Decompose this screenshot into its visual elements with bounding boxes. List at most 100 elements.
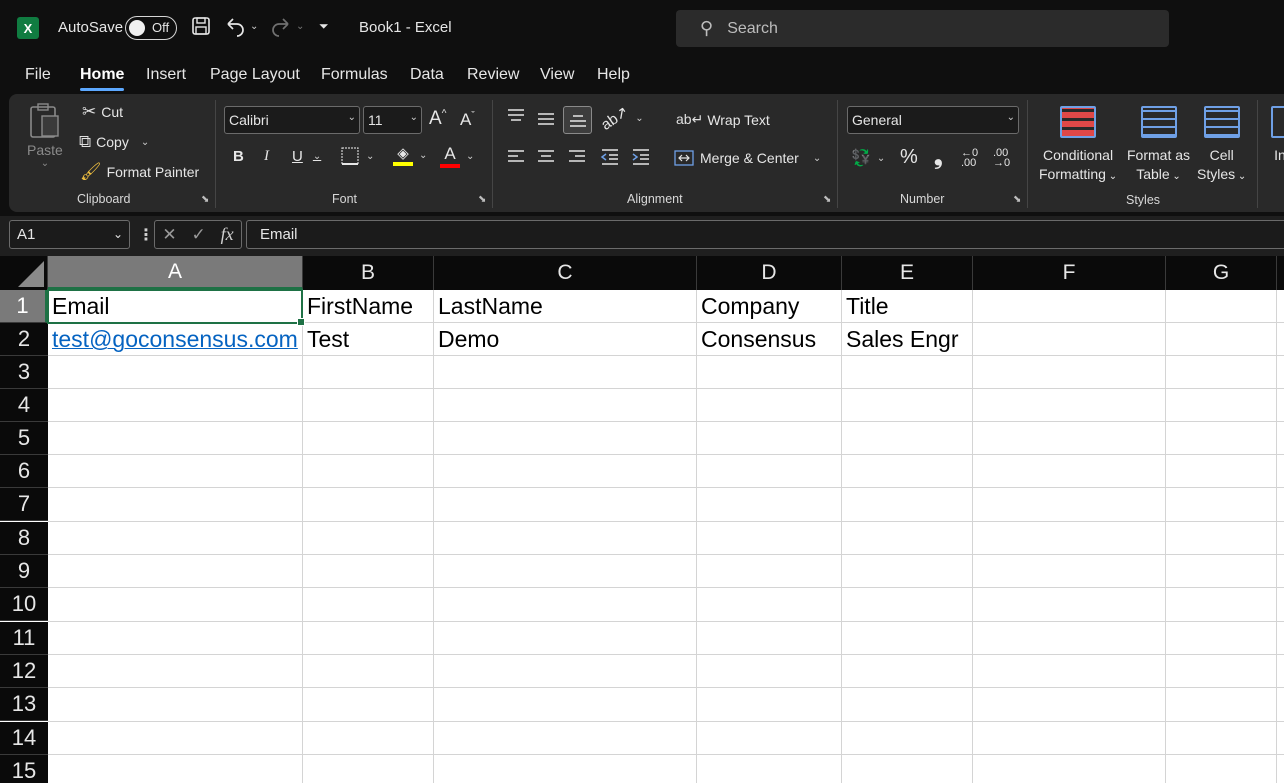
underline-button[interactable]: U ⌄	[292, 148, 321, 165]
tab-data[interactable]: Data	[410, 66, 444, 84]
number-launcher-icon[interactable]: ⬊	[1013, 194, 1021, 205]
cell-styles-button[interactable]: Cell Styles ⌄	[1197, 106, 1246, 186]
cell-b1[interactable]: FirstName	[303, 290, 413, 323]
row-header-7[interactable]: 7	[0, 488, 48, 521]
formula-bar-splitter-icon[interactable]: ⋮	[138, 225, 154, 245]
align-left-button[interactable]	[506, 148, 526, 166]
accounting-format-button[interactable]: 💱 ⌄	[851, 148, 885, 168]
select-all-button[interactable]	[0, 256, 48, 290]
row-header-8[interactable]: 8	[0, 522, 48, 555]
row-header-3[interactable]: 3	[0, 356, 48, 389]
row-header-5[interactable]: 5	[0, 422, 48, 455]
merge-center-button[interactable]: Merge & Center ⌄	[674, 149, 821, 167]
bold-button[interactable]: B	[233, 148, 244, 165]
redo-dropdown-icon[interactable]: ⌄	[296, 21, 304, 32]
column-header-e[interactable]: E	[842, 256, 973, 290]
column-header-a[interactable]: A	[48, 256, 303, 290]
align-right-button[interactable]	[567, 148, 587, 166]
redo-icon[interactable]	[270, 15, 292, 37]
wrap-text-button[interactable]: ab↵ Wrap Text	[676, 111, 770, 128]
cell-a2[interactable]: test@goconsensus.com	[48, 323, 298, 356]
column-header-g[interactable]: G	[1166, 256, 1277, 290]
format-painter-button[interactable]: 🖌 Format Painter	[80, 162, 199, 182]
grow-font-button[interactable]: A^	[429, 108, 446, 130]
increase-decimal-button[interactable]: ←0.00	[961, 148, 978, 169]
tab-help[interactable]: Help	[597, 66, 630, 84]
row-header-15[interactable]: 15	[0, 755, 48, 783]
tab-formulas[interactable]: Formulas	[321, 66, 388, 84]
font-color-button[interactable]: A ⌄	[440, 144, 474, 168]
row-header-6[interactable]: 6	[0, 455, 48, 488]
row-header-12[interactable]: 12	[0, 655, 48, 688]
row-header-2[interactable]: 2	[0, 323, 48, 356]
clipboard-launcher-icon[interactable]: ⬊	[201, 194, 209, 205]
search-input[interactable]	[727, 19, 1128, 38]
worksheet-grid[interactable]: A B C D E F G 1 2 3 4 5 6 7 8 9 10 11 12…	[0, 256, 1284, 783]
cell-b2[interactable]: Test	[303, 323, 349, 356]
comma-style-button[interactable]: ❟	[934, 144, 943, 170]
number-format-dropdown[interactable]: General ⌄	[847, 106, 1019, 134]
tab-insert[interactable]: Insert	[146, 66, 186, 84]
merge-icon	[674, 150, 694, 166]
column-header-f[interactable]: F	[973, 256, 1166, 290]
column-header-h[interactable]	[1277, 256, 1284, 290]
cell-c2[interactable]: Demo	[434, 323, 499, 356]
row-header-14[interactable]: 14	[0, 722, 48, 755]
customize-quick-access-icon[interactable]: ⏷	[319, 19, 329, 34]
paste-button[interactable]: Paste ⌄	[27, 102, 63, 169]
row-header-1[interactable]: 1	[0, 290, 48, 323]
save-icon[interactable]	[191, 16, 211, 36]
conditional-formatting-button[interactable]: Conditional Formatting ⌄	[1039, 106, 1117, 186]
italic-button[interactable]: I	[264, 148, 269, 165]
shrink-font-button[interactable]: Aˇ	[460, 110, 475, 130]
tab-home[interactable]: Home	[80, 66, 125, 91]
column-header-b[interactable]: B	[303, 256, 434, 290]
search-box[interactable]: ⚲	[676, 10, 1169, 47]
insert-function-icon[interactable]: fx	[221, 224, 234, 245]
row-header-9[interactable]: 9	[0, 555, 48, 588]
autosave-toggle[interactable]: Off	[125, 16, 177, 40]
row-header-13[interactable]: 13	[0, 688, 48, 721]
center-align-button[interactable]	[536, 148, 556, 166]
column-header-c[interactable]: C	[434, 256, 697, 290]
cell-d2[interactable]: Consensus	[697, 323, 816, 356]
insert-cells-button[interactable]: In	[1271, 106, 1284, 165]
cancel-icon[interactable]: ✕	[162, 225, 176, 245]
undo-dropdown-icon[interactable]: ⌄	[250, 21, 258, 32]
cell-d1[interactable]: Company	[697, 290, 799, 323]
name-box[interactable]: A1 ⌄	[9, 220, 130, 249]
format-as-table-button[interactable]: Format as Table ⌄	[1127, 106, 1190, 186]
row-header-11[interactable]: 11	[0, 622, 48, 655]
borders-button[interactable]: ⌄	[340, 146, 374, 166]
tab-file[interactable]: File	[25, 66, 51, 84]
decrease-decimal-button[interactable]: .00 →0	[993, 148, 1010, 169]
enter-icon[interactable]: ✓	[191, 225, 205, 245]
column-header-d[interactable]: D	[697, 256, 842, 290]
font-name-dropdown[interactable]: Calibri ⌄	[224, 106, 360, 134]
percent-button[interactable]: %	[900, 146, 918, 169]
decrease-indent-button[interactable]	[600, 148, 620, 166]
excel-app-icon[interactable]: X	[17, 17, 39, 39]
alignment-launcher-icon[interactable]: ⬊	[823, 194, 831, 205]
middle-align-button[interactable]	[536, 111, 556, 127]
tab-page-layout[interactable]: Page Layout	[210, 66, 300, 84]
cell-e2[interactable]: Sales Engr	[842, 323, 959, 356]
top-align-button[interactable]	[506, 108, 526, 124]
formula-input[interactable]: Email	[246, 220, 1284, 249]
cut-button[interactable]: ✂ Cut	[82, 102, 123, 122]
copy-button[interactable]: ⧉ Copy ⌄	[79, 132, 149, 152]
tab-review[interactable]: Review	[467, 66, 519, 84]
tab-view[interactable]: View	[540, 66, 574, 84]
undo-icon[interactable]	[224, 15, 246, 37]
row-header-4[interactable]: 4	[0, 389, 48, 422]
cell-e1[interactable]: Title	[842, 290, 889, 323]
orientation-button[interactable]: ab↗ ⌄	[598, 103, 644, 134]
font-size-dropdown[interactable]: 11 ⌄	[363, 106, 422, 134]
row-header-10[interactable]: 10	[0, 588, 48, 621]
cell-c1[interactable]: LastName	[434, 290, 543, 323]
increase-indent-button[interactable]	[631, 148, 651, 166]
chevron-down-icon: ⌄	[466, 150, 475, 162]
fill-color-button[interactable]: ◈ ⌄	[393, 144, 427, 166]
font-launcher-icon[interactable]: ⬊	[478, 194, 486, 205]
bottom-align-button[interactable]	[563, 106, 592, 134]
